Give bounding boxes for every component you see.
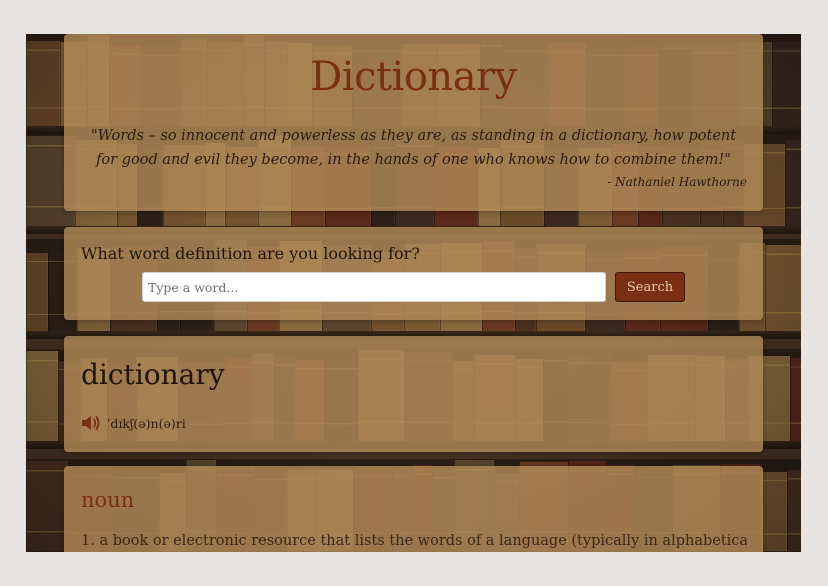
search-prompt: What word definition are you looking for… — [81, 244, 420, 263]
search-input[interactable] — [142, 272, 606, 302]
search-panel: What word definition are you looking for… — [64, 227, 763, 320]
header-panel: Dictionary "Words – so innocent and powe… — [64, 34, 763, 211]
phonetic-text: ˈdɪkʃ(ə)n(ə)ri — [107, 415, 186, 431]
phonetic-row: ˈdɪkʃ(ə)n(ə)ri — [81, 414, 186, 432]
definition-panel: noun 1. a book or electronic resource th… — [64, 466, 763, 552]
speaker-icon[interactable] — [81, 414, 101, 432]
headword: dictionary — [81, 358, 225, 391]
page-title: Dictionary — [310, 54, 517, 100]
search-button[interactable]: Search — [615, 272, 685, 302]
header-quote: "Words – so innocent and powerless as th… — [90, 128, 737, 168]
app-frame: Dictionary "Words – so innocent and powe… — [26, 34, 801, 552]
part-of-speech: noun — [81, 488, 135, 512]
definition-text: 1. a book or electronic resource that li… — [81, 533, 747, 549]
word-panel: dictionary ˈdɪkʃ(ə)n(ə)ri — [64, 336, 763, 452]
quote-author: - Nathaniel Hawthorne — [607, 175, 747, 189]
